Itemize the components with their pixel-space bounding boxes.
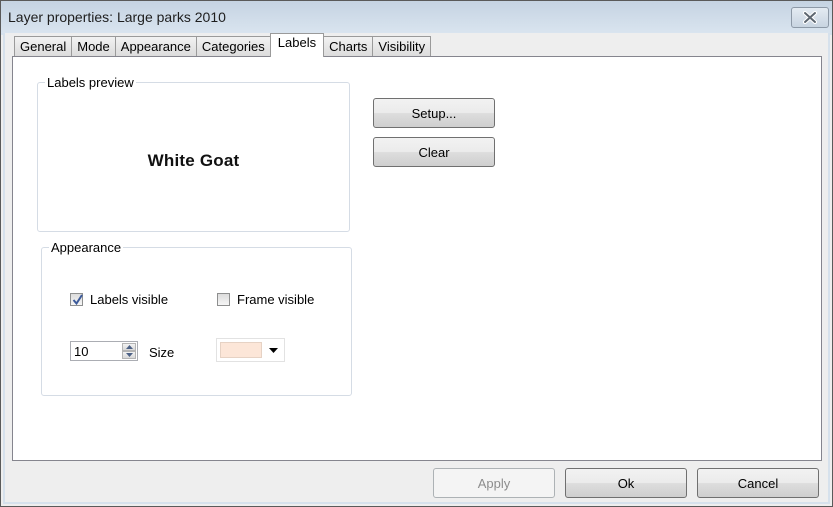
labels-visible-checkbox[interactable]	[70, 293, 83, 306]
checkmark-icon	[72, 294, 83, 306]
size-decrement-button[interactable]	[122, 351, 136, 359]
dropdown-arrow-icon	[269, 348, 278, 353]
frame-visible-label: Frame visible	[237, 292, 315, 307]
close-button[interactable]	[791, 7, 829, 28]
size-increment-button[interactable]	[122, 343, 136, 351]
arrow-down-icon	[125, 353, 133, 357]
tab-visibility[interactable]: Visibility	[372, 36, 432, 56]
close-icon	[802, 11, 818, 24]
tab-mode[interactable]: Mode	[71, 36, 116, 56]
tab-appearance[interactable]: Appearance	[114, 36, 197, 56]
size-label: Size	[149, 345, 175, 360]
labels-preview-group: Labels preview White Goat	[37, 75, 350, 232]
setup-button[interactable]: Setup...	[373, 98, 495, 128]
labels-visible-option[interactable]: Labels visible	[70, 292, 168, 307]
size-spinner-buttons	[122, 343, 136, 359]
clear-button[interactable]: Clear	[373, 137, 495, 167]
tab-general[interactable]: General	[14, 36, 73, 56]
labels-tab-panel: Labels preview White Goat Setup... Clear…	[12, 56, 822, 461]
tab-charts[interactable]: Charts	[323, 36, 374, 56]
label-preview-sample: White Goat	[147, 151, 240, 170]
size-value[interactable]: 10	[74, 344, 88, 359]
size-spinner[interactable]: 10	[70, 341, 138, 361]
frame-visible-checkbox[interactable]	[217, 293, 230, 306]
apply-button[interactable]: Apply	[433, 468, 555, 498]
ok-button[interactable]: Ok	[565, 468, 687, 498]
color-swatch	[220, 342, 262, 358]
labels-visible-label: Labels visible	[90, 292, 169, 307]
appearance-heading: Appearance	[49, 240, 124, 255]
label-color-dropdown[interactable]	[216, 338, 285, 362]
title-bar[interactable]: Layer properties: Large parks 2010	[1, 1, 832, 33]
appearance-group: Appearance Labels visible Frame visible …	[41, 240, 352, 396]
frame-visible-option[interactable]: Frame visible	[217, 292, 314, 307]
cancel-button[interactable]: Cancel	[697, 468, 819, 498]
labels-preview-heading: Labels preview	[45, 75, 136, 90]
tab-categories[interactable]: Categories	[195, 36, 271, 56]
tab-labels[interactable]: Labels	[269, 33, 325, 57]
arrow-up-icon	[125, 345, 133, 349]
window-title: Layer properties: Large parks 2010	[8, 9, 226, 25]
tab-strip: General Mode Appearance Categories Label…	[14, 33, 432, 57]
